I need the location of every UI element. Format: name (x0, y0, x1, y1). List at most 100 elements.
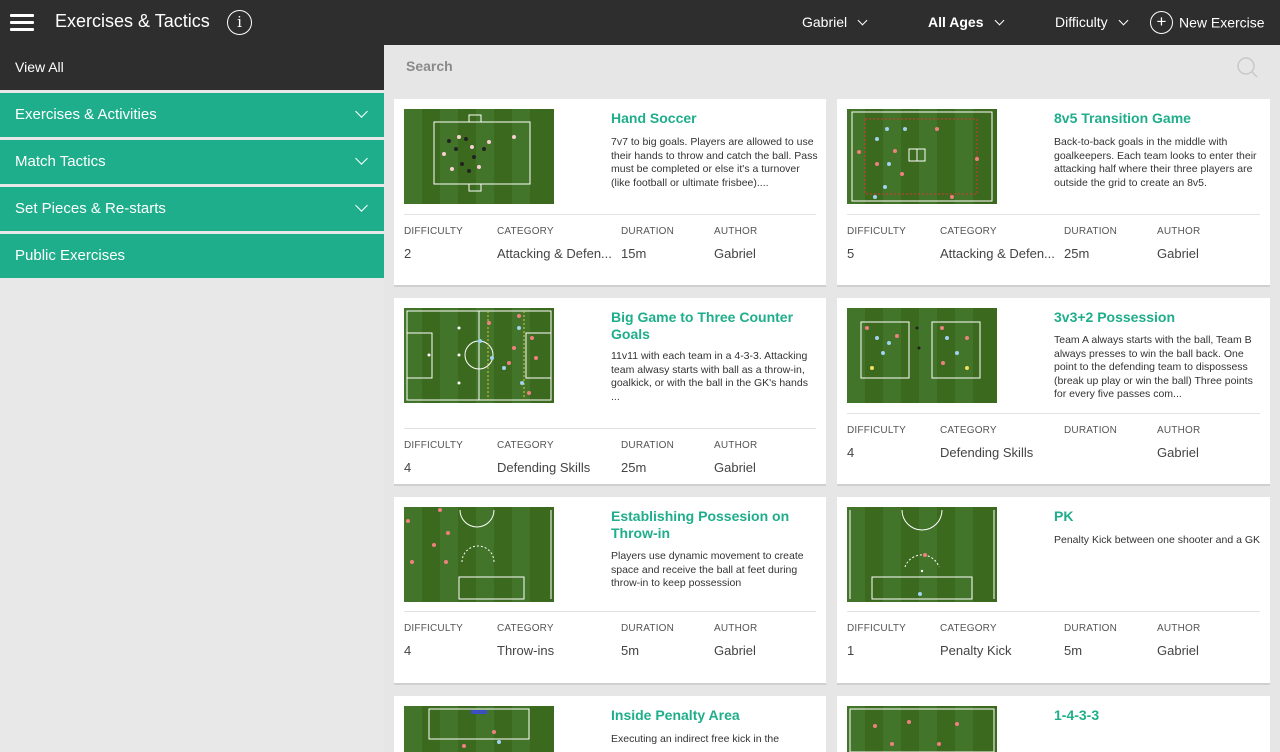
author-value: Gabriel (714, 643, 756, 658)
exercise-card[interactable]: 1-4-3-3 (837, 696, 1270, 752)
pitch-diagram-thumbnail (847, 706, 997, 752)
sidebar-item-set-pieces[interactable]: Set Pieces & Re-starts (0, 187, 384, 231)
exercise-description: 11v11 with each team in a 4-3-3. Attacki… (611, 350, 808, 403)
divider (847, 413, 1260, 414)
author-value: Gabriel (1157, 246, 1199, 261)
duration-value: 5m (621, 643, 640, 658)
sidebar-item-match-tactics[interactable]: Match Tactics (0, 140, 384, 184)
duration-header: DURATION (621, 440, 675, 451)
pitch-diagram-thumbnail (847, 308, 997, 403)
info-icon[interactable]: i (227, 10, 252, 35)
author-header: AUTHOR (714, 623, 758, 634)
exercise-description: Executing an indirect free kick in the (611, 733, 780, 745)
difficulty-value: 4 (404, 643, 412, 658)
search-icon[interactable] (1236, 56, 1258, 78)
pitch-diagram-thumbnail (404, 706, 554, 752)
exercise-description: 7v7 to big goals. Players are allowed to… (611, 136, 818, 189)
author-value: Gabriel (714, 246, 756, 261)
duration-header: DURATION (1064, 623, 1118, 634)
chevron-down-icon (857, 15, 868, 26)
difficulty-value: 4 (847, 445, 855, 460)
author-header: AUTHOR (1157, 425, 1201, 436)
exercise-title-link[interactable]: Big Game to Three Counter Goals (611, 309, 821, 343)
search-input[interactable] (406, 53, 1206, 79)
difficulty-header: DIFFICULTY (847, 425, 907, 436)
duration-header: DURATION (621, 623, 675, 634)
category-value: Penalty Kick (940, 643, 1012, 658)
category-header: CATEGORY (940, 623, 997, 634)
age-filter-label: All Ages (928, 14, 984, 30)
exercise-title-link[interactable]: PK (1054, 508, 1264, 525)
user-filter-dropdown[interactable]: Gabriel (802, 14, 868, 30)
exercise-title-link[interactable]: 8v5 Transition Game (1054, 110, 1264, 127)
divider (404, 428, 816, 429)
category-value: Defending Skills (497, 460, 591, 475)
search-bar (384, 45, 1280, 87)
exercise-title-link[interactable]: Hand Soccer (611, 110, 821, 127)
hamburger-menu-icon[interactable] (10, 14, 34, 31)
exercise-card[interactable]: Big Game to Three Counter Goals 11v11 wi… (394, 298, 826, 486)
difficulty-value: 2 (404, 246, 412, 261)
difficulty-header: DIFFICULTY (847, 226, 907, 237)
exercise-description: Players use dynamic movement to create s… (611, 550, 804, 589)
pitch-diagram-thumbnail (404, 109, 554, 204)
exercise-card[interactable]: 8v5 Transition Game Back-to-back goals i… (837, 99, 1270, 287)
exercise-card[interactable]: Establishing Possesion on Throw-in Playe… (394, 497, 826, 685)
exercise-card[interactable]: PK Penalty Kick between one shooter and … (837, 497, 1270, 685)
top-bar: Exercises & Tactics i Gabriel All Ages D… (0, 0, 1280, 45)
sidebar-item-exercises-activities[interactable]: Exercises & Activities (0, 93, 384, 137)
exercise-title-link[interactable]: 1-4-3-3 (1054, 707, 1264, 724)
author-value: Gabriel (1157, 643, 1199, 658)
exercise-title-link[interactable]: Establishing Possesion on Throw-in (611, 508, 821, 542)
pitch-diagram-thumbnail (847, 507, 997, 602)
exercise-description: Team A always starts with the ball, Team… (1054, 334, 1253, 400)
sidebar-item-label: Set Pieces & Re-starts (15, 200, 166, 217)
chevron-down-icon (994, 15, 1004, 26)
sidebar-item-label: Exercises & Activities (15, 106, 157, 123)
exercise-title-link[interactable]: 3v3+2 Possession (1054, 309, 1264, 326)
exercise-card[interactable]: Inside Penalty Area Executing an indirec… (394, 696, 826, 752)
chevron-down-icon (355, 199, 368, 212)
exercise-title-link[interactable]: Inside Penalty Area (611, 707, 821, 724)
difficulty-value: 5 (847, 246, 855, 261)
plus-icon: + (1150, 11, 1173, 34)
category-header: CATEGORY (497, 226, 554, 237)
page-title: Exercises & Tactics (55, 11, 210, 31)
category-header: CATEGORY (940, 226, 997, 237)
chevron-down-icon (355, 105, 368, 118)
new-exercise-label: New Exercise (1179, 14, 1265, 31)
exercise-description: Back-to-back goals in the middle with go… (1054, 136, 1257, 189)
sidebar-item-public-exercises[interactable]: Public Exercises (0, 234, 384, 278)
chevron-down-icon (1118, 15, 1129, 26)
difficulty-header: DIFFICULTY (404, 226, 464, 237)
age-filter-dropdown[interactable]: All Ages (928, 14, 1004, 30)
pitch-diagram-thumbnail (404, 507, 554, 602)
duration-value: 5m (1064, 643, 1083, 658)
exercise-card[interactable]: 3v3+2 Possession Team A always starts wi… (837, 298, 1270, 486)
pitch-diagram-thumbnail (847, 109, 997, 204)
user-filter-label: Gabriel (802, 14, 848, 30)
divider (847, 214, 1260, 215)
difficulty-header: DIFFICULTY (404, 440, 464, 451)
category-header: CATEGORY (497, 623, 554, 634)
sidebar-item-label: Public Exercises (15, 247, 126, 264)
duration-header: DURATION (1064, 226, 1118, 237)
duration-header: DURATION (1064, 425, 1118, 436)
author-header: AUTHOR (714, 226, 758, 237)
difficulty-value: 1 (847, 643, 855, 658)
difficulty-header: DIFFICULTY (847, 623, 907, 634)
difficulty-filter-dropdown[interactable]: Difficulty (1055, 14, 1129, 30)
difficulty-header: DIFFICULTY (404, 623, 464, 634)
duration-value: 25m (621, 460, 647, 475)
category-header: CATEGORY (940, 425, 997, 436)
view-all-link[interactable]: View All (0, 45, 384, 90)
exercise-card[interactable]: Hand Soccer 7v7 to big goals. Players ar… (394, 99, 826, 287)
difficulty-filter-label: Difficulty (1055, 14, 1108, 30)
author-value: Gabriel (714, 460, 756, 475)
chevron-down-icon (355, 152, 368, 165)
divider (847, 611, 1260, 612)
duration-header: DURATION (621, 226, 675, 237)
category-value: Throw-ins (497, 643, 555, 658)
new-exercise-button[interactable]: + New Exercise (1150, 11, 1265, 34)
author-value: Gabriel (1157, 445, 1199, 460)
